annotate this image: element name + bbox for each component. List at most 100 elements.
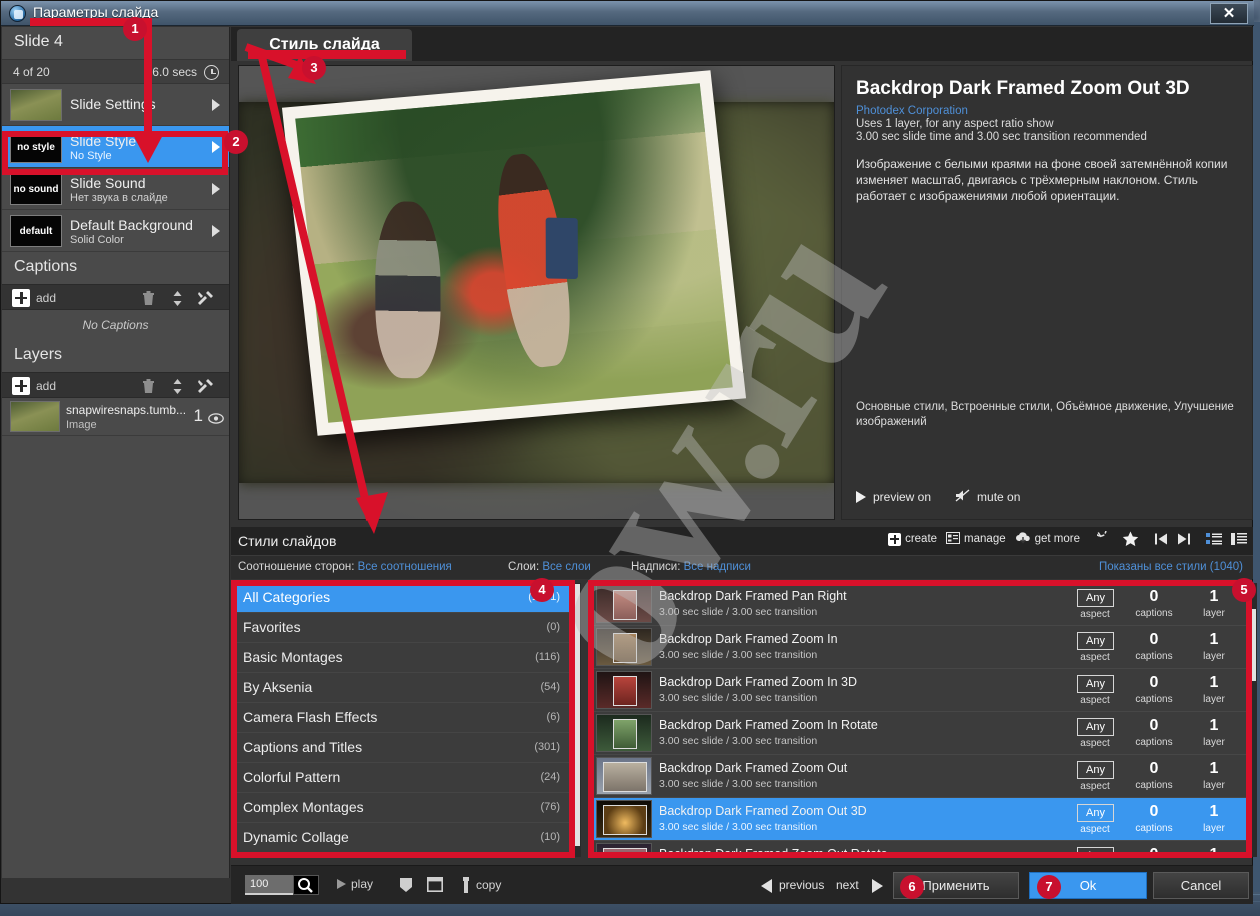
style-list-item[interactable]: Backdrop Dark Framed Zoom In 3D 3.00 sec… [593,669,1247,712]
category-name: Basic Montages [243,649,343,665]
next-button[interactable]: next [836,878,859,892]
style-layers-count: 1 [1209,803,1219,820]
layer-list-item[interactable]: snapwiresnaps.tumb... Image 1 [2,398,229,436]
mute-on-toggle[interactable]: mute on [955,489,1020,505]
categories-scrollbar-thumb[interactable] [571,584,580,846]
slide-label: Slide 4 [2,27,229,59]
manage-styles-button[interactable]: manage [946,531,1006,547]
previous-arrow-icon[interactable] [761,879,772,893]
caption-tools-icon[interactable] [197,290,214,307]
add-caption-button[interactable] [12,289,30,307]
sidebar-row-default-background[interactable]: default Default Background Solid Color [2,210,229,252]
layer-thumbnail [10,401,60,432]
style-list-item[interactable]: Backdrop Dark Framed Zoom Out 3.00 sec s… [593,755,1247,798]
style-layers-line: Uses 1 layer, for any aspect ratio show [856,118,1054,130]
style-aspect-label: aspect [1080,609,1110,620]
styles-list[interactable]: Backdrop Dark Framed Pan Right 3.00 sec … [593,583,1247,857]
styles-scrollbar[interactable] [1247,583,1257,857]
category-item[interactable]: Complex Montages (76) [234,793,570,823]
style-list-item[interactable]: Backdrop Dark Framed Zoom Out Rotate 3.0… [593,841,1247,857]
category-item[interactable]: Favorites (0) [234,613,570,643]
reset-filters-icon[interactable] [1097,531,1113,547]
category-count: (301) [534,741,560,753]
copy-label: copy [476,878,502,892]
style-list-item[interactable]: Backdrop Dark Framed Pan Right 3.00 sec … [593,583,1247,626]
layer-index: 1 [193,406,203,425]
previous-button[interactable]: previous [779,878,824,892]
fullscreen-button[interactable] [427,877,443,892]
categories-list[interactable]: All Categories (1041) Favorites (0) Basi… [234,583,570,857]
style-timing: 3.00 sec slide / 3.00 sec transition [659,692,818,704]
add-layer-button[interactable] [12,377,30,395]
aspect-filter-value[interactable]: Все соотношения [358,561,452,573]
styles-browser-tools: create manage get more [888,531,1247,547]
preview-on-toggle[interactable]: preview on [856,490,931,504]
create-style-button[interactable]: create [888,532,937,546]
style-captions-count: 0 [1149,803,1159,820]
delete-layer-icon[interactable] [140,378,157,395]
dialog-title: Параметры слайда [33,4,159,20]
category-count: (6) [546,711,560,723]
layer-tools-icon[interactable] [197,378,214,395]
category-count: (1041) [528,591,560,603]
tab-slide-style[interactable]: Стиль слайда [237,29,412,61]
category-item[interactable]: Colorful Pattern (24) [234,763,570,793]
sidebar-row-slide-sound[interactable]: no sound Slide Sound Нет звука в слайде [2,168,229,210]
category-item[interactable]: Camera Flash Effects (6) [234,703,570,733]
style-name: Backdrop Dark Framed Zoom In Rotate [659,718,878,732]
style-thumbnail [596,800,652,838]
styles-scrollbar-thumb[interactable] [1248,609,1256,681]
plus-icon [888,532,902,546]
sidebar-row-slide-settings[interactable]: Slide Settings [2,84,229,126]
captions-filter-value[interactable]: Все надписи [684,561,751,573]
categories-scrollbar[interactable] [570,583,581,857]
cancel-button[interactable]: Cancel [1153,872,1249,899]
style-list-item[interactable]: Backdrop Dark Framed Zoom In Rotate 3.00… [593,712,1247,755]
style-list-item-selected[interactable]: Backdrop Dark Framed Zoom Out 3D 3.00 se… [593,798,1247,841]
category-item[interactable]: Basic Montages (116) [234,643,570,673]
play-button[interactable]: play [337,877,373,891]
sidebar-row-title: Slide Sound [70,175,146,191]
detail-view-icon[interactable] [1206,532,1222,546]
reorder-layer-icon[interactable] [169,378,186,395]
apply-button[interactable]: Применить [893,872,1019,899]
get-more-styles-button[interactable]: get more [1015,531,1080,547]
category-name: Camera Flash Effects [243,709,378,725]
category-item[interactable]: All Categories (1041) [234,583,570,613]
background-thumb-label: default [19,225,53,237]
reorder-caption-icon[interactable] [169,290,186,307]
favorites-star-icon[interactable] [1122,531,1139,547]
sidebar-row-title: Slide Style [70,133,137,149]
category-item[interactable]: Dynamic Collage (10) [234,823,570,853]
next-style-icon[interactable] [1177,532,1191,546]
style-timing: 3.00 sec slide / 3.00 sec transition [659,821,818,833]
cloud-download-icon [1015,531,1031,547]
dialog-title-bar: Параметры слайда ✕ [1,1,1254,26]
zoom-input[interactable]: 100 [245,875,293,895]
ok-button[interactable]: Ok [1029,872,1147,899]
style-list-item[interactable]: Backdrop Dark Framed Zoom In 3.00 sec sl… [593,626,1247,669]
search-icon[interactable] [293,875,319,895]
bookmark-button[interactable] [399,877,413,893]
eye-icon[interactable] [208,411,224,424]
chevron-right-icon [212,225,220,237]
sidebar-row-slide-style[interactable]: no style Slide Style No Style [2,126,229,168]
layers-filter-value[interactable]: Все слои [542,561,590,573]
slide-preview[interactable] [238,65,835,520]
style-layers-label: layer [1203,651,1225,662]
slide-style-thumb-label: no style [17,141,55,153]
style-captions-label: captions [1135,651,1173,662]
list-view-icon[interactable] [1231,532,1247,546]
dialog-bottom-bar: 100 play copy previous next Применить Ok… [231,865,1253,904]
next-arrow-icon[interactable] [872,879,883,893]
previous-style-icon[interactable] [1154,532,1168,546]
close-button[interactable]: ✕ [1210,3,1248,24]
category-item[interactable]: Captions and Titles (301) [234,733,570,763]
slide-counter-bar: 4 of 20 6.0 secs [2,59,229,84]
delete-caption-icon[interactable] [140,290,157,307]
style-captions-count: 0 [1149,846,1159,857]
category-item[interactable]: By Aksenia (54) [234,673,570,703]
copy-button[interactable]: copy [461,877,501,893]
captions-toolbar: add [2,284,229,310]
add-caption-label: add [36,291,57,305]
